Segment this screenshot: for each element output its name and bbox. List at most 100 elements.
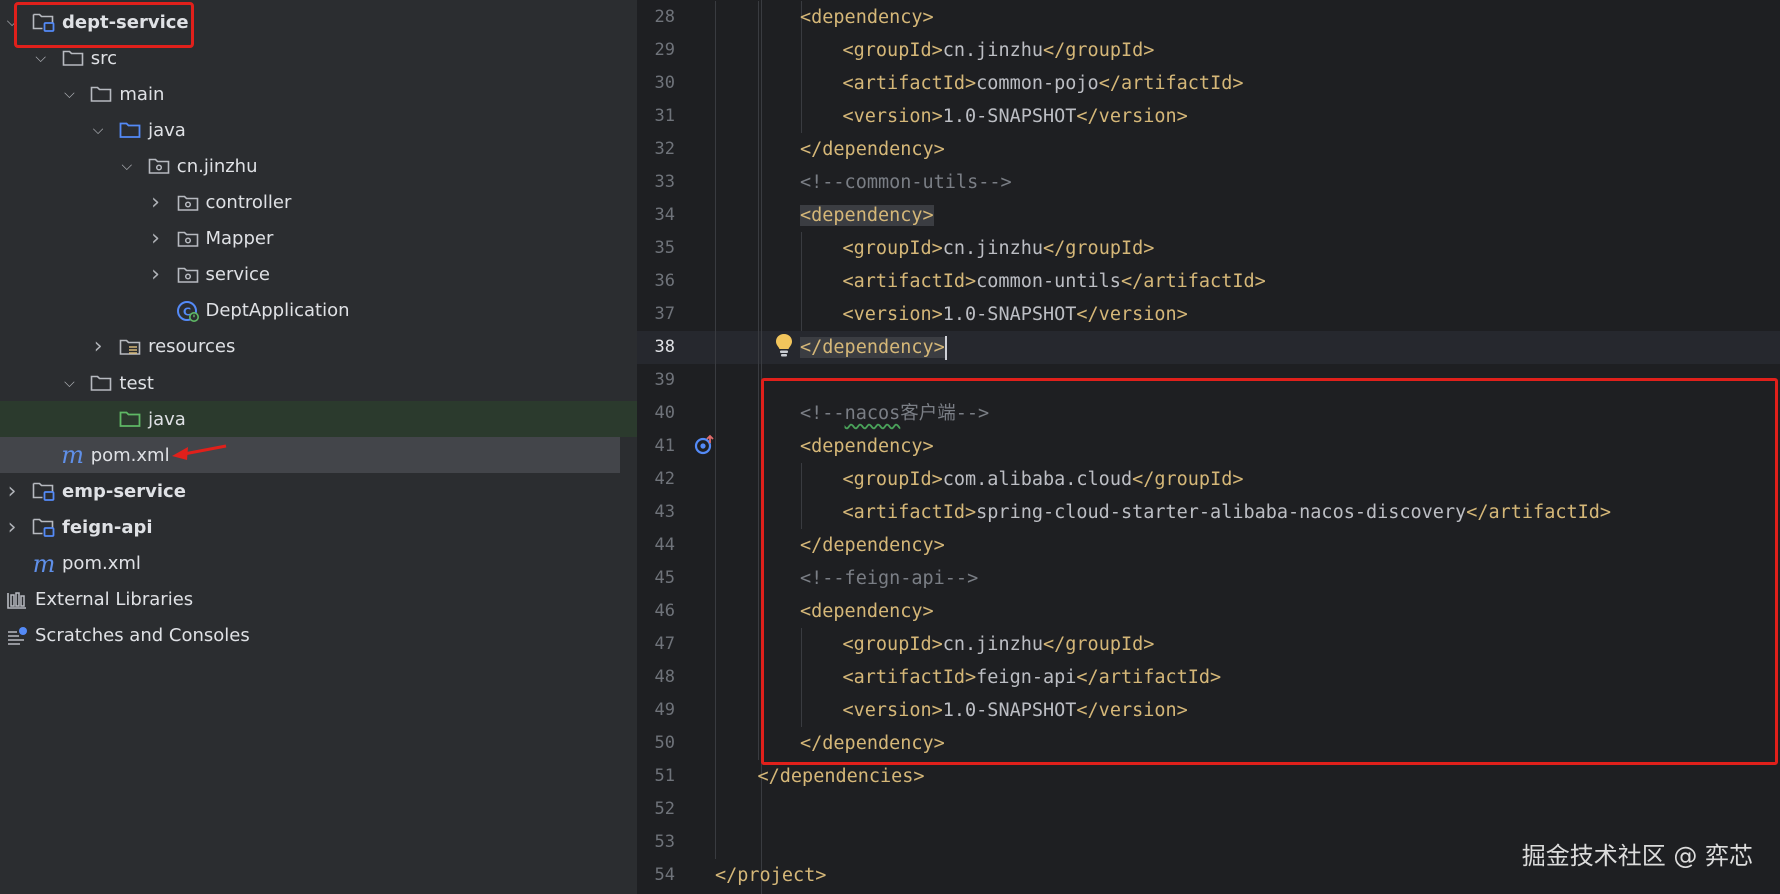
folder-icon xyxy=(89,372,113,394)
xml-tag: </artifactId> xyxy=(1120,271,1266,292)
tree-item-label: main xyxy=(119,83,165,105)
line-number: 39 xyxy=(654,370,675,390)
tree-item-label: src xyxy=(90,47,117,69)
tree-item-label: External Libraries xyxy=(35,589,194,611)
chevron-down-icon[interactable]: ⌵ xyxy=(59,373,79,393)
tree-item-scratches-and-consoles[interactable]: Scratches and Consoles xyxy=(0,618,637,654)
line-number: 53 xyxy=(654,832,675,852)
xml-tag: </project> xyxy=(715,865,827,886)
tree-item-label: service xyxy=(205,264,270,286)
resources-folder-icon xyxy=(118,336,142,358)
line-number: 48 xyxy=(654,667,675,687)
line-number: 28 xyxy=(654,7,675,27)
dependency-gutter-icon[interactable] xyxy=(694,434,716,456)
project-tool-window: ⌵ dept-service ⌵ src ⌵ main ⌵ java ⌵ cn.jinzhu › co… xyxy=(0,0,637,894)
code-line[interactable]: <dependency> xyxy=(800,199,934,232)
library-icon xyxy=(5,589,29,611)
code-editor[interactable]: 28 29 30 31 32 33 34 35 36 37 38 39 40 41 42 43 44 45 46 47… xyxy=(637,0,1780,894)
tree-item-service[interactable]: › service xyxy=(0,257,637,293)
folder-icon xyxy=(89,83,113,105)
line-number: 35 xyxy=(654,238,675,258)
xml-tag: </artifactId> xyxy=(1098,73,1244,94)
line-number: 54 xyxy=(654,865,675,885)
tree-item-label: test xyxy=(119,372,154,394)
tree-item-mapper[interactable]: › Mapper xyxy=(0,221,637,257)
chevron-right-icon[interactable]: › xyxy=(2,479,22,504)
line-number: 49 xyxy=(654,700,675,720)
tree-item-emp-service[interactable]: › emp-service xyxy=(0,473,637,509)
module-folder-icon xyxy=(32,480,56,502)
tree-item-label: feign-api xyxy=(62,516,153,538)
code-line[interactable]: </dependency> xyxy=(800,133,945,166)
tree-item-resources[interactable]: › resources xyxy=(0,329,637,365)
folder-icon xyxy=(61,47,85,69)
chevron-down-icon[interactable]: ⌵ xyxy=(117,156,137,176)
code-line[interactable]: <artifactId>common-pojo</artifactId> xyxy=(843,67,1244,100)
xml-tag: </version> xyxy=(1076,304,1188,325)
scratches-icon xyxy=(5,625,29,647)
chevron-right-icon[interactable]: › xyxy=(146,226,166,251)
code-line[interactable]: </dependency> xyxy=(800,331,947,364)
lightbulb-icon[interactable] xyxy=(775,333,793,359)
xml-tag: <dependency> xyxy=(800,205,934,226)
code-line[interactable]: <artifactId>common-untils</artifactId> xyxy=(843,265,1266,298)
xml-tag: <groupId> xyxy=(842,238,943,259)
tree-item-java[interactable]: java xyxy=(0,401,637,438)
xml-tag: <groupId> xyxy=(842,40,943,61)
tree-item-main[interactable]: ⌵ main xyxy=(0,76,637,112)
chevron-right-icon[interactable]: › xyxy=(2,515,22,540)
package-icon xyxy=(147,155,171,177)
line-number: 31 xyxy=(654,106,675,126)
tree-item-label: resources xyxy=(148,336,236,358)
chevron-right-icon[interactable]: › xyxy=(146,262,166,287)
tree-item-external-libraries[interactable]: External Libraries xyxy=(0,582,637,618)
tree-item-label: java xyxy=(148,119,186,141)
line-number: 37 xyxy=(654,304,675,324)
code-line[interactable]: </project> xyxy=(715,859,826,892)
maven-icon: m xyxy=(61,441,85,470)
line-number: 30 xyxy=(654,73,675,93)
line-number: 45 xyxy=(654,568,675,588)
indent-guide-line xyxy=(801,232,802,331)
chevron-down-icon[interactable]: ⌵ xyxy=(31,48,51,68)
xml-text: 1.0-SNAPSHOT xyxy=(942,106,1077,127)
line-number: 40 xyxy=(654,403,675,423)
tree-item-cn-jinzhu[interactable]: ⌵ cn.jinzhu xyxy=(0,148,637,184)
xml-tag: <version> xyxy=(842,304,943,325)
tree-item-java[interactable]: ⌵ java xyxy=(0,112,637,148)
code-line[interactable]: <dependency> xyxy=(800,1,934,34)
tree-item-label: emp-service xyxy=(62,480,186,502)
tree-item-deptapplication[interactable]: C DeptApplication xyxy=(0,293,637,329)
code-line[interactable]: <version>1.0-SNAPSHOT</version> xyxy=(843,100,1188,133)
code-line[interactable]: <!--common-utils--> xyxy=(800,166,1012,199)
maven-icon: m xyxy=(32,549,56,578)
chevron-down-icon[interactable]: ⌵ xyxy=(59,84,79,104)
text-caret xyxy=(944,336,947,360)
red-arrow-annotation xyxy=(172,444,227,460)
chevron-right-icon[interactable]: › xyxy=(146,190,166,215)
tree-item-controller[interactable]: › controller xyxy=(0,185,637,221)
spring-boot-class-icon: C xyxy=(176,300,200,322)
tree-item-pom-xml[interactable]: m pom.xml xyxy=(0,437,620,474)
code-line[interactable]: <version>1.0-SNAPSHOT</version> xyxy=(843,298,1188,331)
xml-tag: </groupId> xyxy=(1043,238,1155,259)
chevron-down-icon[interactable]: ⌵ xyxy=(88,120,108,140)
package-icon xyxy=(176,192,200,214)
xml-tag: <dependency> xyxy=(800,7,934,28)
code-line[interactable]: <groupId>cn.jinzhu</groupId> xyxy=(843,232,1155,265)
tree-item-feign-api[interactable]: › feign-api xyxy=(0,509,637,545)
tree-item-label: java xyxy=(148,408,186,430)
line-number: 47 xyxy=(654,634,675,654)
tree-item-test[interactable]: ⌵ test xyxy=(0,365,637,401)
line-number: 51 xyxy=(654,766,675,786)
tree-item-pom-xml[interactable]: m pom.xml xyxy=(0,546,637,582)
chevron-right-icon[interactable]: › xyxy=(88,334,108,359)
line-number: 50 xyxy=(654,733,675,753)
code-line[interactable]: <groupId>cn.jinzhu</groupId> xyxy=(843,34,1155,67)
line-number: 52 xyxy=(654,799,675,819)
xml-tag: <artifactId> xyxy=(842,271,977,292)
xml-text: 1.0-SNAPSHOT xyxy=(942,304,1077,325)
tree-item-label: pom.xml xyxy=(90,444,170,466)
